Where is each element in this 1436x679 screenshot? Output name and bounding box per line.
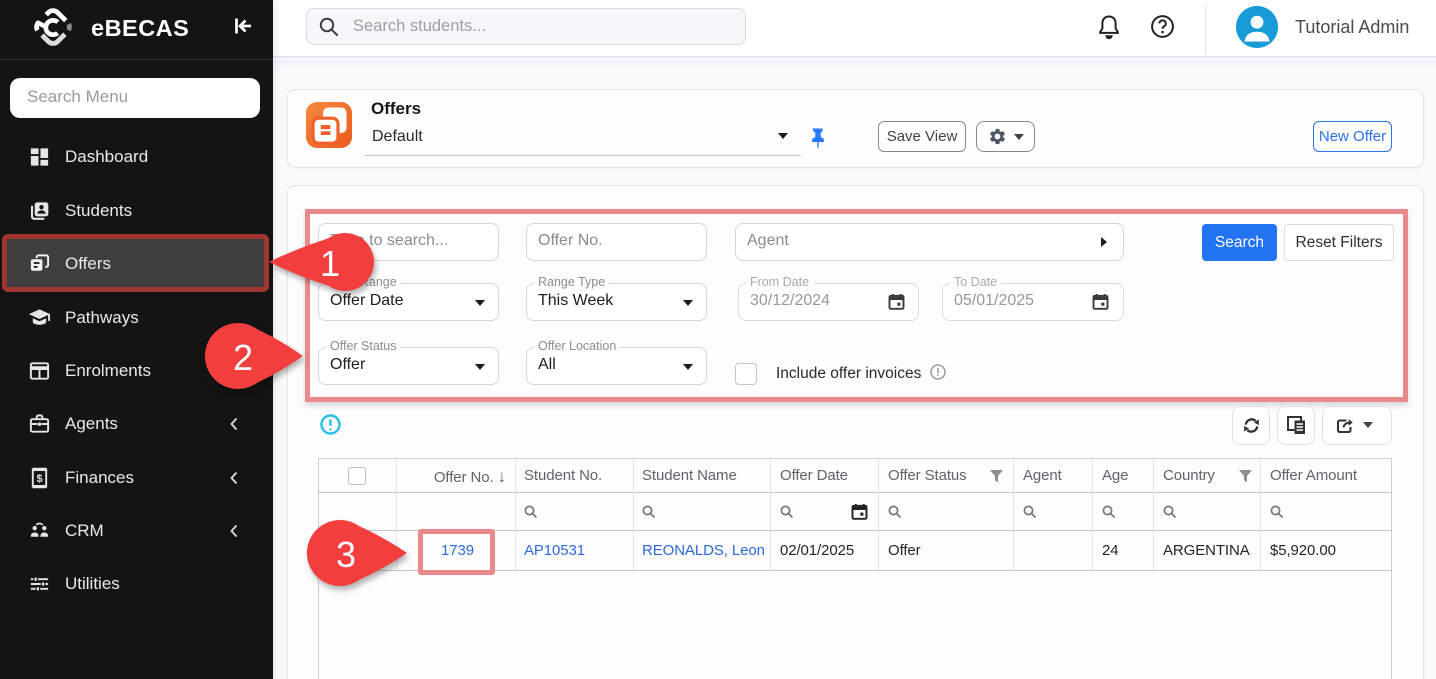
svg-text:$: $ — [36, 473, 42, 485]
